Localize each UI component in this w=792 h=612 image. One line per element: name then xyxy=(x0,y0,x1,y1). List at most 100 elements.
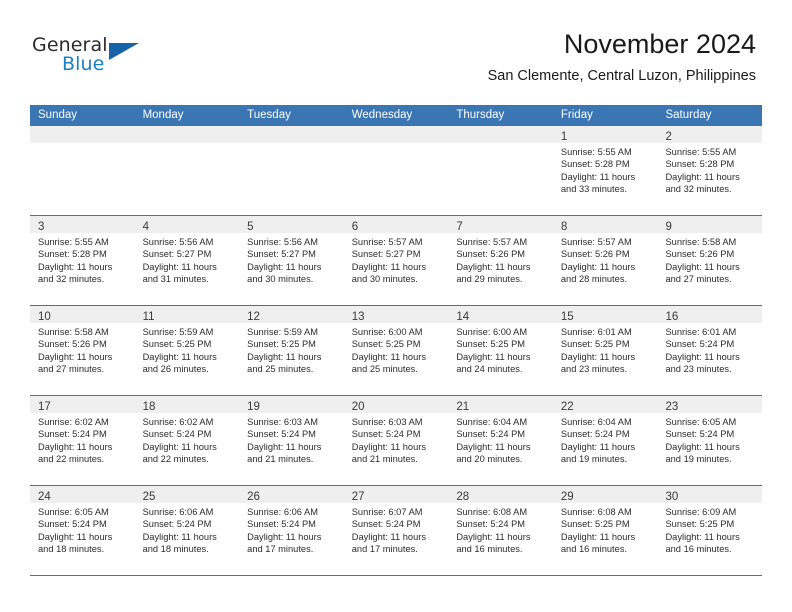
daylight-text-line1: Daylight: 11 hours xyxy=(351,261,426,272)
sunrise-text: Sunrise: 5:57 AM xyxy=(351,237,423,247)
day-number-band: 16 xyxy=(657,306,763,323)
weekday-header-friday: Friday xyxy=(560,109,593,121)
day-info: Sunrise: 6:08 AM Sunset: 5:25 PM Dayligh… xyxy=(553,503,658,555)
day-cell[interactable]: 29 Sunrise: 6:08 AM Sunset: 5:25 PM Dayl… xyxy=(552,486,658,575)
day-cell[interactable]: 1 Sunrise: 5:55 AM Sunset: 5:28 PM Dayli… xyxy=(552,126,658,215)
day-cell[interactable]: 30 Sunrise: 6:09 AM Sunset: 5:25 PM Dayl… xyxy=(657,486,763,575)
day-cell[interactable]: 3 Sunrise: 5:55 AM Sunset: 5:28 PM Dayli… xyxy=(30,216,135,305)
brand-logo[interactable]: General Blue xyxy=(32,34,212,84)
daylight-text-line2: and 16 minutes. xyxy=(560,543,628,554)
day-cell[interactable]: 11 Sunrise: 5:59 AM Sunset: 5:25 PM Dayl… xyxy=(134,306,240,395)
sunset-text: Sunset: 5:26 PM xyxy=(560,249,630,260)
day-cell[interactable]: 19 Sunrise: 6:03 AM Sunset: 5:24 PM Dayl… xyxy=(239,396,344,485)
day-cell[interactable]: 15 Sunrise: 6:01 AM Sunset: 5:25 PM Dayl… xyxy=(552,306,658,395)
sunset-text: Sunset: 5:25 PM xyxy=(560,519,630,530)
day-info: Sunrise: 6:07 AM Sunset: 5:24 PM Dayligh… xyxy=(344,503,449,555)
daylight-text-line1: Daylight: 11 hours xyxy=(247,261,322,272)
sunset-text: Sunset: 5:28 PM xyxy=(665,159,735,170)
day-cell[interactable]: 14 Sunrise: 6:00 AM Sunset: 5:25 PM Dayl… xyxy=(448,306,553,395)
day-info: Sunrise: 5:55 AM Sunset: 5:28 PM Dayligh… xyxy=(553,143,658,195)
weekday-header-wednesday: Wednesday xyxy=(351,109,413,121)
day-number-band: 11 xyxy=(134,306,240,323)
day-number-band: 4 xyxy=(134,216,240,233)
day-number-band: 15 xyxy=(552,306,658,323)
sunset-text: Sunset: 5:24 PM xyxy=(142,519,212,530)
daylight-text-line1: Daylight: 11 hours xyxy=(247,441,322,452)
daylight-text-line2: and 22 minutes. xyxy=(142,453,209,464)
day-cell[interactable]: 17 Sunrise: 6:02 AM Sunset: 5:24 PM Dayl… xyxy=(30,396,135,485)
day-number-band: 1 xyxy=(552,126,658,143)
daylight-text-line1: Daylight: 11 hours xyxy=(247,531,322,542)
day-cell[interactable]: 25 Sunrise: 6:06 AM Sunset: 5:24 PM Dayl… xyxy=(134,486,240,575)
daylight-text-line2: and 30 minutes. xyxy=(247,273,314,284)
day-number: 11 xyxy=(142,311,155,323)
day-info: Sunrise: 6:04 AM Sunset: 5:24 PM Dayligh… xyxy=(553,413,658,465)
day-number-band: 27 xyxy=(343,486,449,503)
sunset-text: Sunset: 5:24 PM xyxy=(560,429,630,440)
weekday-header-monday: Monday xyxy=(142,109,184,121)
day-cell[interactable]: 16 Sunrise: 6:01 AM Sunset: 5:24 PM Dayl… xyxy=(657,306,763,395)
daylight-text-line1: Daylight: 11 hours xyxy=(38,351,113,362)
day-cell[interactable]: 2 Sunrise: 5:55 AM Sunset: 5:28 PM Dayli… xyxy=(657,126,763,215)
day-cell xyxy=(30,126,135,215)
day-cell[interactable]: 23 Sunrise: 6:05 AM Sunset: 5:24 PM Dayl… xyxy=(657,396,763,485)
day-number: 18 xyxy=(142,401,156,413)
day-number-band: 17 xyxy=(30,396,135,413)
day-cell[interactable]: 8 Sunrise: 5:57 AM Sunset: 5:26 PM Dayli… xyxy=(552,216,658,305)
day-info: Sunrise: 6:05 AM Sunset: 5:24 PM Dayligh… xyxy=(30,503,135,555)
page-header: General Blue November 2024 San Clemente,… xyxy=(0,0,792,100)
page-subtitle: San Clemente, Central Luzon, Philippines xyxy=(487,68,756,84)
daylight-text-line2: and 16 minutes. xyxy=(665,543,732,554)
day-number-band: 30 xyxy=(657,486,763,503)
day-number: 24 xyxy=(38,491,51,503)
sunrise-text: Sunrise: 6:06 AM xyxy=(142,507,214,517)
day-number-band: 14 xyxy=(448,306,553,323)
day-info: Sunrise: 5:59 AM Sunset: 5:25 PM Dayligh… xyxy=(135,323,240,375)
day-cell[interactable]: 13 Sunrise: 6:00 AM Sunset: 5:25 PM Dayl… xyxy=(343,306,449,395)
day-number: 16 xyxy=(665,311,679,323)
day-info: Sunrise: 6:09 AM Sunset: 5:25 PM Dayligh… xyxy=(657,503,762,555)
day-cell[interactable]: 9 Sunrise: 5:58 AM Sunset: 5:26 PM Dayli… xyxy=(657,216,763,305)
day-cell[interactable]: 28 Sunrise: 6:08 AM Sunset: 5:24 PM Dayl… xyxy=(448,486,553,575)
day-cell[interactable]: 4 Sunrise: 5:56 AM Sunset: 5:27 PM Dayli… xyxy=(134,216,240,305)
day-cell xyxy=(343,126,449,215)
day-cell[interactable]: 10 Sunrise: 5:58 AM Sunset: 5:26 PM Dayl… xyxy=(30,306,135,395)
sunrise-text: Sunrise: 6:00 AM xyxy=(351,327,423,337)
day-cell[interactable]: 18 Sunrise: 6:02 AM Sunset: 5:24 PM Dayl… xyxy=(134,396,240,485)
day-number-band: 8 xyxy=(552,216,658,233)
daylight-text-line2: and 23 minutes. xyxy=(665,363,732,374)
day-info: Sunrise: 6:05 AM Sunset: 5:24 PM Dayligh… xyxy=(657,413,762,465)
day-cell[interactable]: 5 Sunrise: 5:56 AM Sunset: 5:27 PM Dayli… xyxy=(239,216,344,305)
day-cell[interactable]: 7 Sunrise: 5:57 AM Sunset: 5:26 PM Dayli… xyxy=(448,216,553,305)
day-number: 26 xyxy=(247,491,260,503)
daylight-text-line1: Daylight: 11 hours xyxy=(456,531,531,542)
day-info: Sunrise: 6:02 AM Sunset: 5:24 PM Dayligh… xyxy=(135,413,240,465)
day-cell[interactable]: 27 Sunrise: 6:07 AM Sunset: 5:24 PM Dayl… xyxy=(343,486,449,575)
daylight-text-line2: and 29 minutes. xyxy=(456,273,523,284)
daylight-text-line2: and 21 minutes. xyxy=(351,453,418,464)
day-info: Sunrise: 5:58 AM Sunset: 5:26 PM Dayligh… xyxy=(657,233,762,285)
day-cell[interactable]: 12 Sunrise: 5:59 AM Sunset: 5:25 PM Dayl… xyxy=(239,306,344,395)
daylight-text-line1: Daylight: 11 hours xyxy=(351,531,426,542)
day-number-band: 25 xyxy=(134,486,240,503)
day-cell[interactable]: 20 Sunrise: 6:03 AM Sunset: 5:24 PM Dayl… xyxy=(343,396,449,485)
day-number: 10 xyxy=(38,311,51,323)
week-row: 17 Sunrise: 6:02 AM Sunset: 5:24 PM Dayl… xyxy=(30,395,763,485)
day-number-band: 18 xyxy=(134,396,240,413)
weekday-header-row: Sunday Monday Tuesday Wednesday Thursday… xyxy=(30,105,762,126)
day-cell[interactable]: 24 Sunrise: 6:05 AM Sunset: 5:24 PM Dayl… xyxy=(30,486,135,575)
day-number-band: 9 xyxy=(657,216,763,233)
week-row: 24 Sunrise: 6:05 AM Sunset: 5:24 PM Dayl… xyxy=(30,485,763,576)
daylight-text-line2: and 25 minutes. xyxy=(351,363,418,374)
day-cell[interactable]: 6 Sunrise: 5:57 AM Sunset: 5:27 PM Dayli… xyxy=(343,216,449,305)
daylight-text-line1: Daylight: 11 hours xyxy=(38,531,113,542)
week-row: 10 Sunrise: 5:58 AM Sunset: 5:26 PM Dayl… xyxy=(30,305,763,395)
day-cell[interactable]: 22 Sunrise: 6:04 AM Sunset: 5:24 PM Dayl… xyxy=(552,396,658,485)
sunset-text: Sunset: 5:25 PM xyxy=(560,339,630,350)
sunrise-text: Sunrise: 5:56 AM xyxy=(247,237,318,247)
day-cell[interactable]: 21 Sunrise: 6:04 AM Sunset: 5:24 PM Dayl… xyxy=(448,396,553,485)
sunset-text: Sunset: 5:28 PM xyxy=(38,249,107,260)
daylight-text-line1: Daylight: 11 hours xyxy=(351,351,426,362)
day-number: 19 xyxy=(247,401,260,413)
day-cell[interactable]: 26 Sunrise: 6:06 AM Sunset: 5:24 PM Dayl… xyxy=(239,486,344,575)
